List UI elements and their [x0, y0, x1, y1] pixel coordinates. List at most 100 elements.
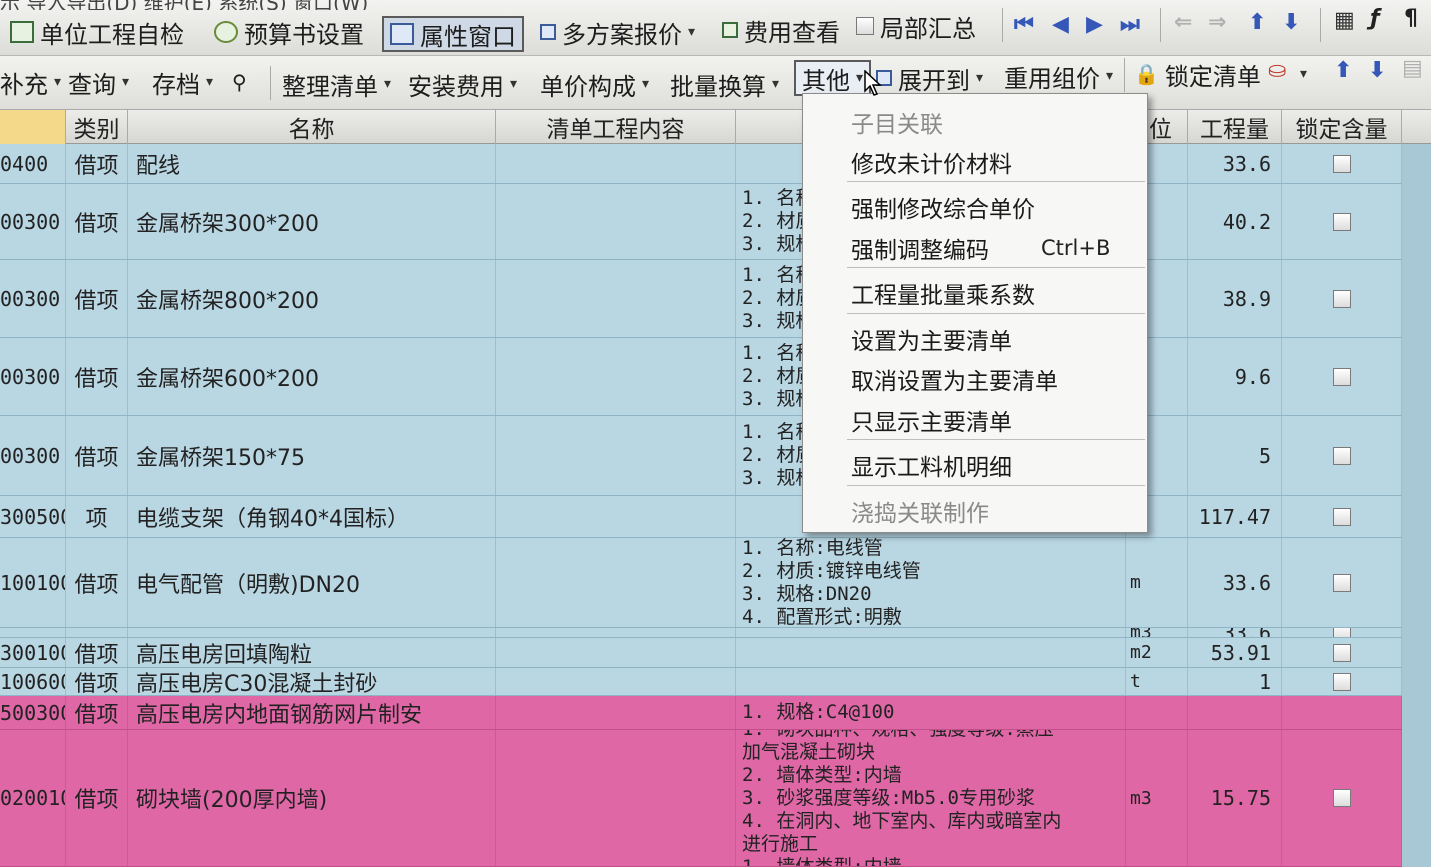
cell-code[interactable] — [0, 628, 66, 637]
cell-name[interactable]: 砌块墙(200厚内墙) — [128, 730, 496, 866]
install-fee-button[interactable]: 安装费用 ▾ — [408, 66, 517, 102]
menu-item-force-adjust-code[interactable]: 强制调整编码 Ctrl+B — [803, 228, 1147, 268]
move-left-icon[interactable]: ⇐ — [1174, 10, 1192, 35]
cell-content[interactable] — [496, 696, 736, 729]
first-record-icon[interactable]: ⏮ — [1014, 12, 1034, 37]
table-row[interactable]: 00300 借项 金属桥架300*200 1. 名称 2. 材质 3. 规格 40.2 — [0, 184, 1431, 260]
cell-content[interactable] — [496, 668, 736, 695]
cell-name[interactable] — [128, 628, 496, 637]
formula-icon[interactable]: ƒ — [1370, 6, 1380, 31]
menu-item-unset-main-list[interactable]: 取消设置为主要清单 — [803, 359, 1147, 399]
cell-features[interactable]: 1. 砌块品种、规格、强度等级:蒸压 加气混凝土砌块 2. 墙体类型:内墙 3.… — [736, 730, 1126, 866]
menu-item-modify-unpriced-material[interactable]: 修改未计价材料 — [803, 142, 1147, 182]
move-up-icon[interactable]: ⬆ — [1248, 10, 1266, 35]
previous-record-icon[interactable]: ◀ — [1052, 12, 1069, 37]
cell-name[interactable]: 高压电房C30混凝土封砂 — [128, 668, 496, 695]
move-right-icon[interactable]: ⇒ — [1208, 10, 1226, 35]
cell-content[interactable] — [496, 260, 736, 337]
cell-code[interactable]: 00300 — [0, 260, 66, 337]
cell-name[interactable]: 金属桥架300*200 — [128, 184, 496, 259]
cell-name[interactable]: 高压电房回填陶粒 — [128, 638, 496, 667]
lock-checkbox[interactable] — [1332, 628, 1351, 637]
table-row[interactable]: 00300 借项 金属桥架150*75 1. 名称 2. 材质 3. 规格 5 — [0, 416, 1431, 496]
lock-checkbox[interactable] — [1332, 367, 1351, 386]
calculator-icon[interactable]: ▦ — [1334, 8, 1355, 33]
cell-content[interactable] — [496, 496, 736, 537]
cell-features[interactable]: 1. 规格:C4@100 — [736, 696, 1126, 729]
lock-checkbox[interactable] — [1332, 289, 1351, 308]
cell-code[interactable]: 00300 — [0, 416, 66, 495]
cell-quantity[interactable]: 5 — [1188, 416, 1282, 495]
grid-scroll-area[interactable] — [1402, 144, 1431, 867]
cell-quantity[interactable]: 53.91 — [1188, 638, 1282, 667]
cell-code[interactable]: 0400 — [0, 144, 66, 183]
lock-checkbox[interactable] — [1332, 212, 1351, 231]
menu-item-show-main-only[interactable]: 只显示主要清单 — [803, 400, 1147, 440]
header-lock-content[interactable]: 锁定含量 — [1282, 110, 1402, 144]
organize-list-button[interactable]: 整理清单 ▾ — [282, 66, 391, 102]
cell-unit[interactable]: m3 — [1126, 628, 1188, 637]
cell-features[interactable] — [736, 628, 1126, 637]
cell-type[interactable] — [66, 628, 128, 637]
cell-quantity[interactable]: 40.2 — [1188, 184, 1282, 259]
lock-checkbox[interactable] — [1332, 672, 1351, 691]
cell-quantity[interactable] — [1188, 696, 1282, 729]
partial-summary-toggle[interactable]: 局部汇总 — [856, 8, 976, 44]
lock-list-button[interactable]: 🔒 锁定清单 — [1134, 56, 1261, 92]
cell-name[interactable]: 高压电房内地面钢筋网片制安 — [128, 696, 496, 729]
cell-unit[interactable]: m2 — [1126, 638, 1188, 667]
cell-unit[interactable]: t — [1126, 668, 1188, 695]
archive-button[interactable]: 存档 ▾ — [152, 64, 213, 100]
query-button[interactable]: 查询 ▾ — [68, 64, 129, 100]
cell-unit[interactable]: m — [1126, 538, 1188, 627]
cell-code[interactable]: 00300 — [0, 338, 66, 415]
cell-content[interactable] — [496, 730, 736, 866]
table-row[interactable]: 300500项电缆支架（角钢40*4国标）t117.47 — [0, 496, 1431, 538]
cell-content[interactable] — [496, 144, 736, 183]
cell-quantity[interactable]: 9.6 — [1188, 338, 1282, 415]
cell-code[interactable]: 0200100 — [0, 730, 66, 866]
cell-type[interactable]: 借项 — [66, 538, 128, 627]
header-code[interactable] — [0, 110, 66, 144]
cell-quantity[interactable]: 33.6 — [1188, 144, 1282, 183]
supplement-button[interactable]: 补充 ▾ — [0, 64, 61, 100]
more-icon[interactable]: ▤ — [1402, 56, 1423, 81]
cell-content[interactable] — [496, 184, 736, 259]
cell-name[interactable]: 电缆支架（角钢40*4国标） — [128, 496, 496, 537]
paragraph-icon[interactable]: ¶ — [1404, 6, 1418, 31]
header-content[interactable]: 清单工程内容 — [496, 110, 736, 144]
cell-type[interactable]: 借项 — [66, 338, 128, 415]
cell-name[interactable]: 金属桥架800*200 — [128, 260, 496, 337]
cell-features[interactable] — [736, 668, 1126, 695]
partial-summary-checkbox[interactable] — [856, 17, 874, 35]
table-row[interactable]: 100100 借项 电气配管（明敷)DN20 1. 名称:电线管 2. 材质:镀锌电线… — [0, 538, 1431, 628]
move-down-icon[interactable]: ⬇ — [1282, 10, 1300, 35]
menu-item-batch-multiply-quantity[interactable]: 工程量批量乘系数 — [803, 273, 1147, 313]
lock-checkbox[interactable] — [1332, 154, 1351, 173]
binoculars-icon[interactable]: ⚲ — [232, 64, 247, 100]
cell-code[interactable]: 300100 — [0, 638, 66, 667]
lock-checkbox[interactable] — [1332, 446, 1351, 465]
cell-content[interactable] — [496, 638, 736, 667]
table-row[interactable]: 00300 借项 金属桥架600*200 1. 名称 2. 材质 3. 规格 9.6 — [0, 338, 1431, 416]
table-row[interactable]: 00300 借项 金属桥架800*200 1. 名称 2. 材质 3. 规格 38.9 — [0, 260, 1431, 338]
other-menu-button[interactable]: 其他 ▾ — [794, 60, 872, 96]
table-row[interactable]: m333.6 — [0, 628, 1431, 638]
menu-item-show-resource-detail[interactable]: 显示工料机明细 — [803, 445, 1147, 485]
header-type[interactable]: 类别 — [66, 110, 128, 144]
cell-quantity[interactable]: 15.75 — [1188, 730, 1282, 866]
table-row[interactable]: 500300 借项 高压电房内地面钢筋网片制安 1. 规格:C4@100 — [0, 696, 1431, 730]
unit-project-check-button[interactable]: 单位工程自检 — [10, 14, 184, 50]
cell-type[interactable]: 项 — [66, 496, 128, 537]
cell-type[interactable]: 借项 — [66, 668, 128, 695]
cell-quantity[interactable]: 38.9 — [1188, 260, 1282, 337]
budget-setting-button[interactable]: 预算书设置 — [214, 14, 364, 50]
cell-type[interactable]: 借项 — [66, 184, 128, 259]
header-name[interactable]: 名称 — [128, 110, 496, 144]
cell-type[interactable]: 借项 — [66, 416, 128, 495]
menu-item-force-modify-unit-price[interactable]: 强制修改综合单价 — [803, 187, 1147, 227]
lock-checkbox[interactable] — [1332, 507, 1351, 526]
cell-quantity[interactable]: 33.6 — [1188, 538, 1282, 627]
chevron-down-icon[interactable]: ▾ — [1300, 66, 1307, 82]
cell-code[interactable]: 500300 — [0, 696, 66, 729]
